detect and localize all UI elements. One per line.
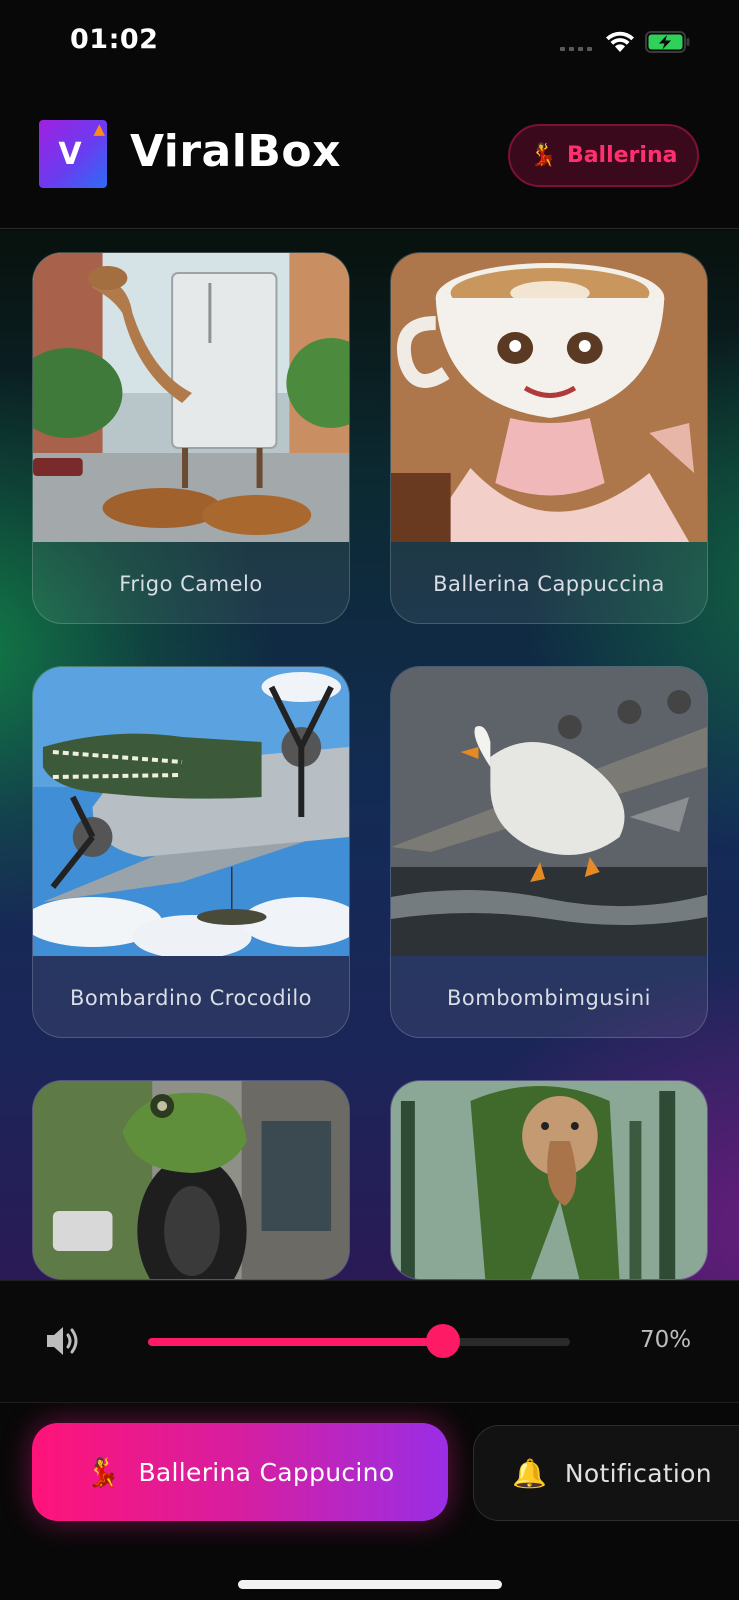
sound-grid: Frigo Camelo Ballerina Cappuccina Bombar… — [0, 230, 739, 1280]
dancer-icon: 💃 — [85, 1455, 121, 1489]
cellular-signal-icon — [560, 47, 592, 51]
primary-button-label: Ballerina Cappucino — [138, 1457, 395, 1487]
goose-plane-image — [391, 667, 707, 956]
app-title: ViralBox — [130, 126, 341, 177]
flame-icon: ▲ — [93, 120, 105, 138]
speaker-icon[interactable] — [43, 1321, 83, 1361]
filter-button-label: Ballerina — [566, 143, 678, 168]
volume-slider-track[interactable] — [148, 1338, 570, 1346]
logo-letter: V — [58, 136, 82, 172]
card-title: Bombardino Crocodilo — [69, 985, 313, 1010]
tree-monkey-image — [391, 1081, 707, 1279]
home-indicator[interactable] — [238, 1580, 502, 1589]
battery-charging-icon — [645, 31, 690, 53]
camel-fridge-image — [33, 253, 349, 542]
bottom-actions: 💃 Ballerina Cappucino 🔔 Notification — [0, 1403, 739, 1600]
card-title: Ballerina Cappuccina — [433, 571, 665, 596]
bell-icon: 🔔 — [512, 1456, 547, 1490]
app-screen: 01:02 V ▲ ViralBox 💃 Ballerina Frigo Cam… — [0, 0, 739, 1600]
status-bar: 01:02 — [0, 0, 739, 84]
sound-card-frigo-camelo[interactable]: Frigo Camelo — [32, 252, 350, 624]
status-time: 01:02 — [70, 24, 159, 55]
sound-card-frog-tire[interactable] — [32, 1080, 350, 1280]
app-logo: V ▲ — [39, 120, 107, 188]
volume-slider-fill — [148, 1338, 443, 1346]
card-title: Bombombimgusini — [446, 985, 652, 1010]
volume-percent: 70% — [640, 1327, 692, 1353]
sound-card-bombardino-crocodilo[interactable]: Bombardino Crocodilo — [32, 666, 350, 1038]
ballerina-filter-button[interactable]: 💃 Ballerina — [508, 124, 699, 187]
crocodile-bomber-image — [33, 667, 349, 956]
volume-slider-thumb[interactable] — [426, 1324, 460, 1358]
notification-button[interactable]: 🔔 Notification — [473, 1425, 739, 1521]
wifi-icon — [606, 31, 634, 52]
sound-card-bombombimgusini[interactable]: Bombombimgusini — [390, 666, 708, 1038]
card-title: Frigo Camelo — [119, 571, 263, 596]
volume-control: 70% — [0, 1280, 739, 1402]
sound-card-tree-monkey[interactable] — [390, 1080, 708, 1280]
sound-card-ballerina-cappuccina[interactable]: Ballerina Cappuccina — [390, 252, 708, 624]
frog-tire-image — [33, 1081, 349, 1279]
ballerina-cappuccina-image — [391, 253, 707, 542]
app-header: V ▲ ViralBox 💃 Ballerina — [0, 84, 739, 229]
dancer-icon: 💃 — [529, 143, 557, 168]
secondary-button-label: Notification — [564, 1458, 712, 1488]
ballerina-cappucino-button[interactable]: 💃 Ballerina Cappucino — [32, 1423, 448, 1521]
header-divider — [0, 228, 739, 229]
